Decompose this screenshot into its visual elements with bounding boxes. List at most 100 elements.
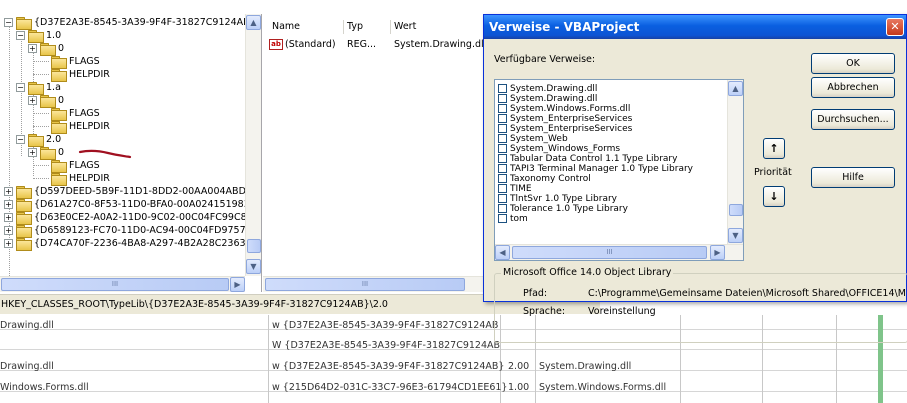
reference-checkbox[interactable] (498, 194, 507, 203)
references-horizontal-scrollbar[interactable]: ◀ III ▶ (495, 244, 743, 260)
priority-up-button[interactable]: ↑ (763, 138, 785, 159)
registry-value-list[interactable]: Name Typ Wert ab (Standard) REG... System… (263, 14, 485, 292)
reference-checkbox[interactable] (498, 184, 507, 193)
tree-node[interactable]: FLAGS (0, 159, 245, 173)
column-header-data[interactable]: Wert (391, 20, 485, 34)
close-icon[interactable]: ✕ (886, 18, 904, 36)
scroll-up-icon[interactable]: ▲ (246, 15, 261, 30)
tree-node-selected[interactable]: − 2.0 (0, 133, 245, 147)
reference-label: System_Windows_Forms (510, 144, 621, 154)
value-type-cell: REG... (347, 39, 377, 50)
reference-item[interactable]: TIME (498, 184, 532, 194)
scroll-right-icon[interactable]: ▶ (230, 277, 245, 292)
tree-node[interactable]: + {D61A27C0-8F53-11D0-BFA0-00A024151983} (0, 198, 256, 212)
expand-icon[interactable]: + (28, 96, 37, 105)
priority-down-button[interactable]: ↓ (763, 186, 785, 207)
expand-icon[interactable]: + (4, 226, 13, 235)
tree-node-label: 1.a (46, 82, 61, 93)
column-header-name[interactable]: Name (269, 20, 344, 34)
column-header-type[interactable]: Typ (344, 20, 391, 34)
scroll-left-icon[interactable]: ◀ (495, 245, 510, 260)
collapse-icon[interactable]: − (16, 135, 25, 144)
reference-item[interactable]: System.Windows.Forms.dll (498, 104, 630, 114)
scroll-thumb[interactable] (729, 204, 743, 216)
reference-item[interactable]: System_Web (498, 134, 568, 144)
scroll-thumb[interactable]: III (512, 246, 707, 259)
tree-node[interactable]: FLAGS (0, 107, 245, 121)
value-name-cell[interactable]: ab (Standard) (269, 38, 344, 52)
reference-checkbox[interactable] (498, 214, 507, 223)
references-vertical-scrollbar[interactable]: ▲ ▼ (727, 80, 743, 244)
expand-icon[interactable]: + (4, 200, 13, 209)
reference-checkbox[interactable] (498, 114, 507, 123)
tree-node[interactable]: HELPDIR (0, 172, 245, 186)
reference-item[interactable]: System.Drawing.dll (498, 94, 597, 104)
cancel-button[interactable]: Abbrechen (811, 77, 895, 98)
reference-checkbox[interactable] (498, 174, 507, 183)
scroll-thumb[interactable] (247, 239, 261, 253)
folder-icon (16, 225, 32, 238)
expand-icon[interactable]: + (28, 44, 37, 53)
tree-node[interactable]: + 0 (0, 94, 245, 108)
expand-icon[interactable]: + (4, 187, 13, 196)
references-list[interactable]: System.Drawing.dll System.Drawing.dll Sy… (494, 79, 744, 261)
tree-node[interactable]: + {D597DEED-5B9F-11D1-8DD2-00AA004ABD5E} (0, 185, 261, 199)
value-horizontal-scrollbar[interactable]: III (263, 276, 485, 292)
tree-node-label: HELPDIR (69, 69, 110, 80)
tree-horizontal-scrollbar[interactable]: III ▶ (0, 276, 245, 292)
reference-item[interactable]: Tabular Data Control 1.1 Type Library (498, 154, 677, 164)
tree-node[interactable]: FLAGS (0, 55, 245, 69)
collapse-icon[interactable]: − (16, 31, 25, 40)
reference-checkbox[interactable] (498, 104, 507, 113)
reference-item[interactable]: Taxonomy Control (498, 174, 591, 184)
registry-tree[interactable]: − {D37E2A3E-8545-3A39-9F4F-31827C9124AB}… (0, 14, 262, 292)
grid-cell: w {215D64D2-031C-33C7-96E3-61794CD1EE61} (272, 382, 508, 393)
reference-checkbox[interactable] (498, 154, 507, 163)
expand-icon[interactable]: + (4, 239, 13, 248)
reference-checkbox[interactable] (498, 124, 507, 133)
reference-label: System.Drawing.dll (510, 94, 598, 104)
scroll-down-icon[interactable]: ▼ (728, 228, 743, 243)
scroll-down-icon[interactable]: ▼ (246, 259, 261, 274)
browse-button[interactable]: Durchsuchen... (811, 109, 895, 130)
scroll-up-icon[interactable]: ▲ (728, 81, 743, 96)
tree-node[interactable]: − 1.a (0, 81, 245, 95)
ok-button[interactable]: OK (811, 53, 895, 74)
reference-item[interactable]: TAPI3 Terminal Manager 1.0 Type Library (498, 164, 693, 174)
tree-node-label: {D6589123-FC70-11D0-AC94-00C04FD97575} (34, 225, 258, 236)
expand-icon[interactable]: + (4, 213, 13, 222)
tree-node[interactable]: + {D6589123-FC70-11D0-AC94-00C04FD97575} (0, 224, 258, 238)
expand-icon[interactable]: + (28, 148, 37, 157)
tree-node-label: FLAGS (69, 56, 100, 67)
reference-item[interactable]: TlntSvr 1.0 Type Library (498, 194, 617, 204)
tree-node[interactable]: − {D37E2A3E-8545-3A39-9F4F-31827C9124AB} (0, 16, 256, 30)
reference-item[interactable]: tom (498, 214, 528, 224)
reference-item[interactable]: System.Drawing.dll (498, 84, 597, 94)
reference-checkbox[interactable] (498, 204, 507, 213)
tree-node[interactable]: HELPDIR (0, 120, 245, 134)
help-button[interactable]: Hilfe (811, 167, 895, 188)
collapse-icon[interactable]: − (4, 18, 13, 27)
reference-item[interactable]: System_EnterpriseServices (498, 114, 632, 124)
dialog-title-bar[interactable]: Verweise - VBAProject ✕ (484, 15, 906, 39)
tree-node[interactable]: − 1.0 (0, 29, 245, 43)
references-dialog[interactable]: Verweise - VBAProject ✕ Verfügbare Verwe… (483, 14, 907, 343)
tree-node[interactable]: + {D63E0CE2-A0A2-11D0-9C02-00C04FC99C8E} (0, 211, 259, 225)
reference-checkbox[interactable] (498, 94, 507, 103)
reference-checkbox[interactable] (498, 164, 507, 173)
reference-checkbox[interactable] (498, 84, 507, 93)
reference-item[interactable]: System_Windows_Forms (498, 144, 620, 154)
reference-checkbox[interactable] (498, 144, 507, 153)
reference-checkbox[interactable] (498, 134, 507, 143)
scroll-right-icon[interactable]: ▶ (710, 245, 725, 260)
collapse-icon[interactable]: − (16, 83, 25, 92)
scroll-thumb[interactable]: III (1, 278, 229, 291)
reference-item[interactable]: Tolerance 1.0 Type Library (498, 204, 628, 214)
tree-node[interactable]: + {D74CA70F-2236-4BA8-A297-4B2A28C2363C} (0, 237, 258, 251)
tree-node[interactable]: + 0 (0, 42, 245, 56)
tree-node[interactable]: HELPDIR (0, 68, 245, 82)
reference-item[interactable]: System_EnterpriseServices (498, 124, 632, 134)
tree-vertical-scrollbar[interactable]: ▲ ▼ (245, 14, 261, 276)
tree-node[interactable]: + 0 (0, 146, 245, 160)
scroll-thumb[interactable]: III (265, 278, 465, 291)
